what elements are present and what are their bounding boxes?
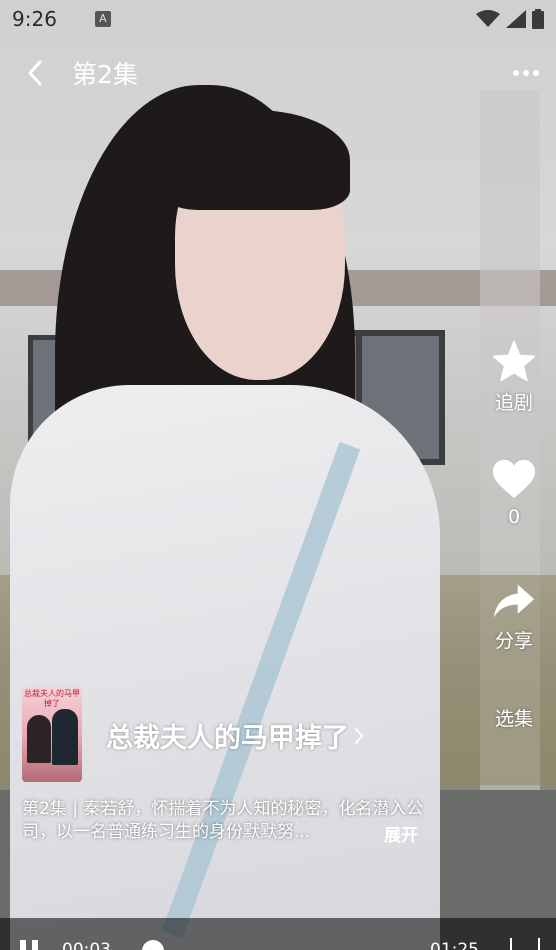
share-icon <box>493 584 535 618</box>
drama-poster[interactable]: 总裁夫人的马甲掉了 <box>22 687 82 782</box>
episodes-button[interactable]: 选集 <box>480 698 548 731</box>
like-button[interactable]: 0 <box>480 458 548 528</box>
star-icon <box>493 340 535 382</box>
top-bar: 第2集 <box>0 48 556 98</box>
heart-icon <box>493 459 535 499</box>
poster-figure-male <box>52 709 78 765</box>
more-icon-dot <box>533 70 539 76</box>
share-label: 分享 <box>494 630 533 652</box>
episode-description: 第2集 | 秦若舒，怀揣着不为人知的秘密，化名潜入公司，以一名普通练习生的身份默… <box>22 799 424 842</box>
actress-jacket <box>10 385 440 950</box>
drama-title: 总裁夫人的马甲掉了 <box>106 723 349 754</box>
pause-icon[interactable] <box>18 940 44 950</box>
status-bar: 9:26 A <box>0 0 556 38</box>
back-icon <box>28 60 42 86</box>
follow-label: 追剧 <box>494 392 533 414</box>
signal-icon <box>506 10 526 28</box>
more-icon <box>513 70 519 76</box>
poster-figure-female <box>27 715 51 763</box>
fullscreen-icon[interactable] <box>510 938 540 950</box>
more-icon-dot <box>523 70 529 76</box>
chevron-right-icon <box>355 727 364 744</box>
back-button[interactable] <box>0 48 70 98</box>
expand-button[interactable]: 展开 <box>384 821 418 846</box>
status-icons <box>476 9 544 29</box>
actress-bangs <box>160 110 350 210</box>
player-controls: 00:03 01:25 <box>0 918 556 950</box>
like-count: 0 <box>507 506 521 528</box>
notification-icon: A <box>94 11 111 27</box>
status-time: 9:26 <box>12 7 57 31</box>
share-button[interactable]: 分享 <box>480 582 548 653</box>
more-button[interactable] <box>496 48 556 98</box>
drama-title-link[interactable]: 总裁夫人的马甲掉了 <box>106 716 365 755</box>
poster-title: 总裁夫人的马甲掉了 <box>24 689 80 708</box>
episode-title: 第2集 <box>72 60 138 89</box>
episodes-label: 选集 <box>494 708 533 730</box>
duration: 01:25 <box>430 940 479 950</box>
wifi-icon <box>476 10 500 27</box>
battery-icon <box>532 9 544 29</box>
follow-button[interactable]: 追剧 <box>480 340 548 415</box>
current-time: 00:03 <box>62 940 111 950</box>
